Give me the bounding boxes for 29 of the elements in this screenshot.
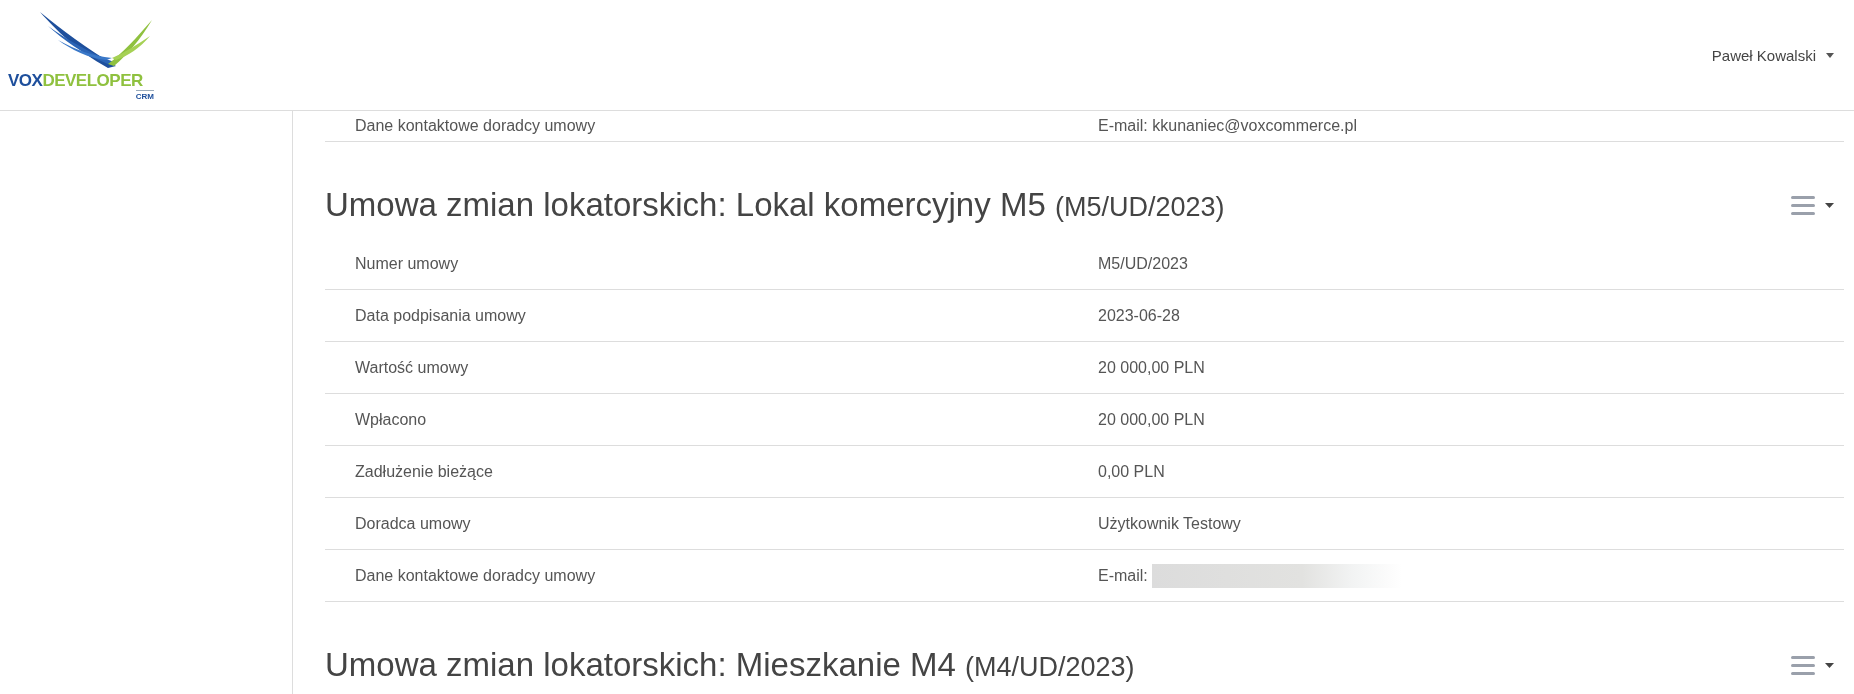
field-label: Data podpisania umowy — [354, 305, 527, 326]
field-label: Numer umowy — [354, 253, 460, 274]
field-value: 0,00 PLN — [1098, 462, 1165, 481]
field-label: Zadłużenie bieżące — [354, 461, 494, 482]
logo-text: VOXDEVELOPER — [8, 71, 143, 90]
field-label: Doradca umowy — [354, 513, 472, 534]
field-value: M5/UD/2023 — [1098, 254, 1188, 273]
field-label: Wpłacono — [354, 409, 428, 430]
field-value: 2023-06-28 — [1098, 306, 1180, 325]
menu-button[interactable] — [1789, 653, 1834, 677]
field-label: Dane kontaktowe doradcy umowy — [354, 565, 597, 586]
field-value: E-mail: — [1098, 566, 1148, 585]
field-value: 20 000,00 PLN — [1098, 410, 1205, 429]
menu-icon — [1789, 193, 1817, 217]
caret-icon — [1825, 202, 1834, 208]
caret-icon — [1825, 662, 1834, 668]
field-label: Dane kontaktowe doradcy umowy — [354, 116, 597, 136]
contract-title: Umowa zmian lokatorskich: Mieszkanie M4 (M4/UD/2023) — [325, 646, 1135, 684]
user-menu[interactable]: Paweł Kowalski — [1711, 46, 1834, 64]
menu-icon — [1789, 653, 1817, 677]
contract-title: Umowa zmian lokatorskich: Lokal komercyjny M5 (M5/UD/2023) — [325, 186, 1225, 224]
logo-subtitle: CRM — [135, 89, 154, 101]
field-value: Użytkownik Testowy — [1098, 514, 1241, 533]
field-value: E-mail: kkunaniec@voxcommerce.pl — [1098, 117, 1357, 135]
field-value: 20 000,00 PLN — [1098, 358, 1205, 377]
menu-button[interactable] — [1789, 193, 1834, 217]
caret-icon — [1826, 52, 1834, 58]
logo[interactable]: VOXDEVELOPER CRM — [8, 9, 156, 101]
field-label: Wartość umowy — [354, 357, 470, 378]
